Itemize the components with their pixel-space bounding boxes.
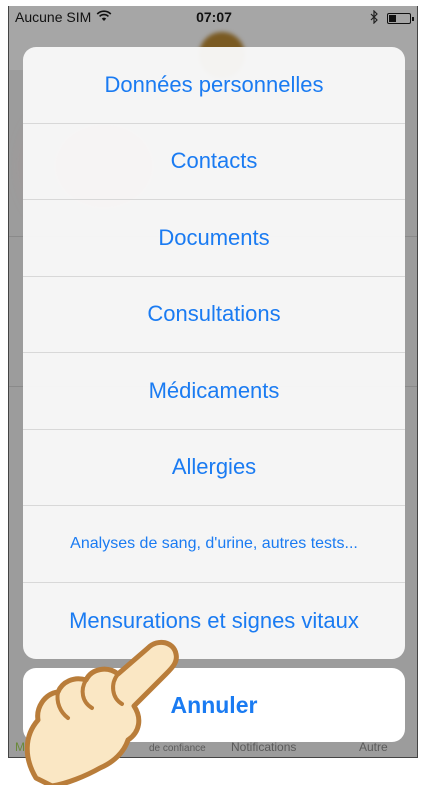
action-sheet: Données personnelles Contacts Documents … bbox=[23, 47, 405, 659]
sheet-item-contacts[interactable]: Contacts bbox=[23, 124, 405, 200]
bluetooth-icon bbox=[370, 9, 379, 27]
clock: 07:07 bbox=[196, 9, 232, 25]
status-right bbox=[370, 9, 414, 27]
sheet-item-analyses[interactable]: Analyses de sang, d'urine, autres tests.… bbox=[23, 506, 405, 583]
status-bar: Aucune SIM 07:07 bbox=[9, 6, 417, 28]
tab-label[interactable]: Notifications bbox=[231, 740, 296, 754]
sheet-item-allergies[interactable]: Allergies bbox=[23, 430, 405, 506]
battery-icon bbox=[387, 13, 414, 24]
sheet-item-medicaments[interactable]: Médicaments bbox=[23, 353, 405, 430]
sheet-item-consultations[interactable]: Consultations bbox=[23, 277, 405, 353]
pointing-hand-icon bbox=[16, 628, 206, 785]
sheet-item-donnees-personnelles[interactable]: Données personnelles bbox=[23, 47, 405, 124]
sheet-item-documents[interactable]: Documents bbox=[23, 200, 405, 277]
tab-label[interactable]: Autre bbox=[359, 740, 388, 754]
